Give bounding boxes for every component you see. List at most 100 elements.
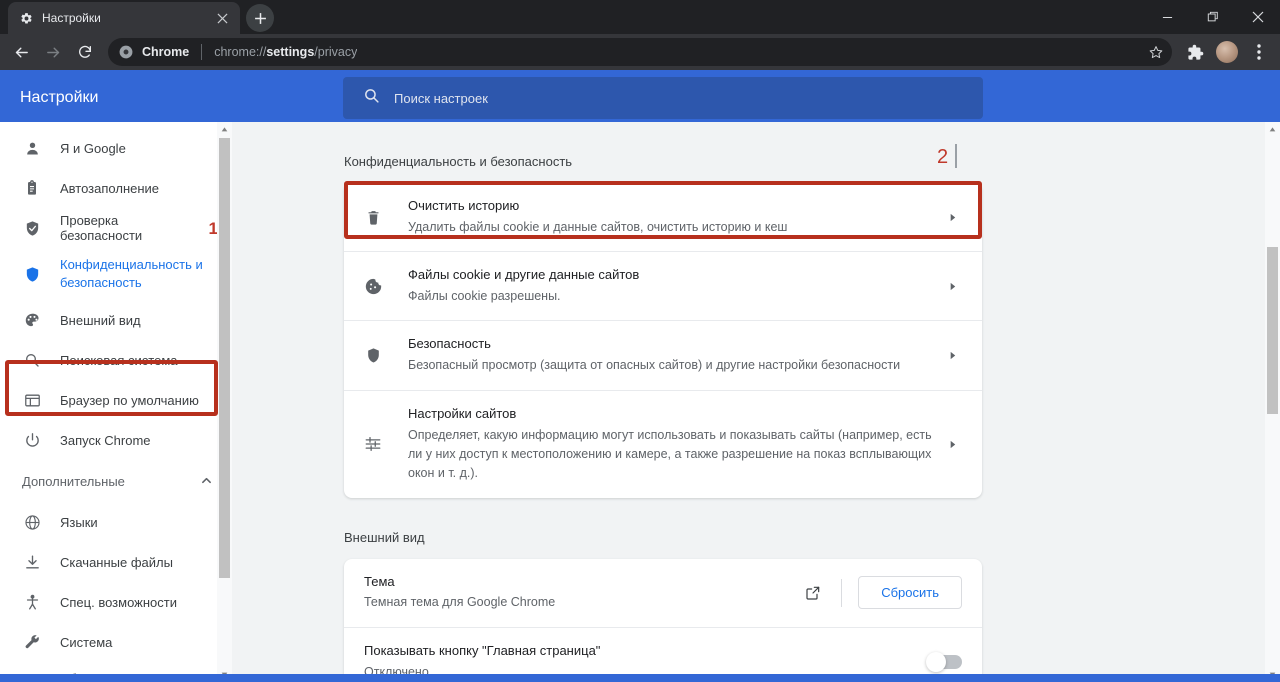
chevron-up-icon bbox=[201, 474, 212, 489]
chevron-right-icon bbox=[942, 282, 962, 291]
reset-theme-button[interactable]: Сбросить bbox=[858, 576, 962, 610]
forward-arrow-icon bbox=[38, 37, 68, 67]
address-bar[interactable]: Chrome chrome://settings/privacy bbox=[108, 38, 1172, 66]
row-theme[interactable]: Тема Темная тема для Google Chrome Сброс… bbox=[344, 559, 982, 628]
cookie-icon bbox=[360, 277, 386, 296]
row-text: Тема Темная тема для Google Chrome bbox=[364, 573, 801, 613]
trash-icon bbox=[360, 209, 386, 226]
url-bold: settings bbox=[266, 45, 315, 59]
sidebar-item-languages[interactable]: Языки bbox=[0, 502, 232, 542]
download-icon bbox=[22, 552, 42, 572]
browser-window-icon bbox=[22, 390, 42, 410]
gear-icon bbox=[18, 10, 34, 26]
sidebar-item-accessibility[interactable]: Спец. возможности bbox=[0, 582, 232, 622]
external-link-icon[interactable] bbox=[801, 581, 825, 605]
sidebar-scrollbar-thumb[interactable] bbox=[219, 138, 230, 578]
back-arrow-icon[interactable] bbox=[6, 37, 36, 67]
sidebar-item-safety-check[interactable]: Проверка безопасности 1 bbox=[0, 208, 232, 248]
main-scrollbar[interactable] bbox=[1265, 122, 1280, 682]
settings-body: Я и Google Автозаполнение Проверка безоп… bbox=[0, 122, 1280, 682]
appearance-section-title: Внешний вид bbox=[232, 498, 1280, 559]
tab-title: Настройки bbox=[42, 11, 101, 25]
settings-content: Конфиденциальность и безопасность 2 Очис… bbox=[232, 122, 1280, 682]
minimize-icon[interactable] bbox=[1145, 0, 1190, 34]
close-icon[interactable] bbox=[214, 10, 230, 26]
row-site-settings[interactable]: Настройки сайтов Определяет, какую инфор… bbox=[344, 391, 982, 498]
sidebar-group-advanced[interactable]: Дополнительные bbox=[0, 460, 232, 502]
avatar bbox=[1216, 41, 1238, 63]
omnibox-chip-label: Chrome bbox=[142, 45, 190, 59]
privacy-card: Очистить историю Удалить файлы cookie и … bbox=[344, 183, 982, 498]
row-subtitle: Определяет, какую информацию могут испол… bbox=[408, 427, 932, 481]
sidebar-item-label: Языки bbox=[60, 514, 98, 530]
clipboard-icon bbox=[22, 178, 42, 198]
sidebar-item-appearance[interactable]: Внешний вид bbox=[0, 300, 232, 340]
search-placeholder: Поиск настроек bbox=[394, 90, 488, 106]
sidebar-item-autofill[interactable]: Автозаполнение bbox=[0, 168, 232, 208]
sidebar-item-search-engine[interactable]: Поисковая система bbox=[0, 340, 232, 380]
row-text: Файлы cookie и другие данные сайтов Файл… bbox=[408, 266, 942, 306]
sidebar-item-on-startup[interactable]: Запуск Chrome bbox=[0, 420, 232, 460]
puzzle-icon[interactable] bbox=[1180, 37, 1210, 67]
chevron-right-icon bbox=[942, 351, 962, 360]
row-subtitle: Безопасный просмотр (защита от опасных с… bbox=[408, 358, 901, 373]
palette-icon bbox=[22, 310, 42, 330]
sidebar-item-default-browser[interactable]: Браузер по умолчанию bbox=[0, 380, 232, 420]
chrome-logo-icon bbox=[118, 44, 134, 60]
new-tab-button[interactable] bbox=[246, 4, 274, 32]
settings-title: Настройки bbox=[20, 89, 99, 106]
section-title-text: Внешний вид bbox=[344, 529, 425, 545]
appearance-card: Тема Темная тема для Google Chrome Сброс… bbox=[344, 558, 982, 682]
chevron-right-icon bbox=[942, 440, 962, 449]
sidebar-item-system[interactable]: Система bbox=[0, 622, 232, 662]
sidebar-item-label: Запуск Chrome bbox=[60, 432, 151, 448]
search-icon bbox=[22, 350, 42, 370]
tab-strip: Настройки bbox=[0, 0, 1280, 34]
window-bottom-accent bbox=[0, 674, 1280, 682]
power-icon bbox=[22, 430, 42, 450]
url-suffix: /privacy bbox=[314, 45, 358, 59]
settings-header: Настройки Поиск настроек bbox=[0, 70, 1280, 126]
window-controls bbox=[1145, 0, 1280, 34]
sidebar-scrollbar[interactable] bbox=[217, 122, 232, 682]
row-title: Тема bbox=[364, 573, 395, 589]
sidebar-item-privacy-and-security[interactable]: Конфиденциальность и безопасность bbox=[0, 248, 232, 300]
chevron-right-icon bbox=[942, 213, 962, 222]
sidebar-item-label: Проверка безопасности bbox=[60, 213, 143, 243]
scroll-up-arrow-icon[interactable] bbox=[217, 122, 232, 137]
row-text: Очистить историю Удалить файлы cookie и … bbox=[408, 197, 942, 237]
search-input[interactable]: Поиск настроек bbox=[343, 77, 983, 119]
row-title: Очистить историю bbox=[408, 198, 520, 213]
annotation-marker-2: 2 bbox=[937, 146, 949, 168]
star-icon[interactable] bbox=[1144, 40, 1168, 64]
profile-avatar[interactable] bbox=[1212, 37, 1242, 67]
tab-settings[interactable]: Настройки bbox=[8, 2, 240, 34]
close-icon[interactable] bbox=[1235, 0, 1280, 34]
toggle-show-home-button[interactable] bbox=[926, 651, 962, 672]
tune-icon bbox=[360, 435, 386, 453]
sidebar-item-label: Конфиденциальность и безопасность bbox=[60, 257, 203, 290]
shield-icon bbox=[22, 264, 42, 284]
section-title-text: Конфиденциальность и безопасность bbox=[344, 154, 573, 169]
three-dot-menu-icon[interactable] bbox=[1244, 37, 1274, 67]
wrench-icon bbox=[22, 632, 42, 652]
row-text: Настройки сайтов Определяет, какую инфор… bbox=[408, 405, 942, 484]
reload-icon[interactable] bbox=[70, 37, 100, 67]
omnibox-divider bbox=[201, 44, 203, 60]
sidebar-group-label: Дополнительные bbox=[22, 473, 125, 489]
url-prefix: chrome:// bbox=[214, 45, 267, 59]
row-subtitle: Файлы cookie разрешены. bbox=[408, 289, 561, 304]
maximize-icon[interactable] bbox=[1190, 0, 1235, 34]
scroll-up-arrow-icon[interactable] bbox=[1265, 122, 1280, 137]
sidebar-item-you-and-google[interactable]: Я и Google bbox=[0, 128, 232, 168]
sidebar-item-downloads[interactable]: Скачанные файлы bbox=[0, 542, 232, 582]
main-scrollbar-thumb[interactable] bbox=[1267, 247, 1278, 414]
row-clear-browsing-data[interactable]: Очистить историю Удалить файлы cookie и … bbox=[344, 183, 982, 253]
search-icon bbox=[363, 87, 380, 109]
row-cookies[interactable]: Файлы cookie и другие данные сайтов Файл… bbox=[344, 252, 982, 322]
sidebar-nav: Я и Google Автозаполнение Проверка безоп… bbox=[0, 122, 232, 682]
row-security[interactable]: Безопасность Безопасный просмотр (защита… bbox=[344, 321, 982, 391]
row-title: Файлы cookie и другие данные сайтов bbox=[408, 267, 640, 283]
globe-icon bbox=[22, 512, 42, 532]
sidebar-item-label: Внешний вид bbox=[60, 312, 141, 328]
